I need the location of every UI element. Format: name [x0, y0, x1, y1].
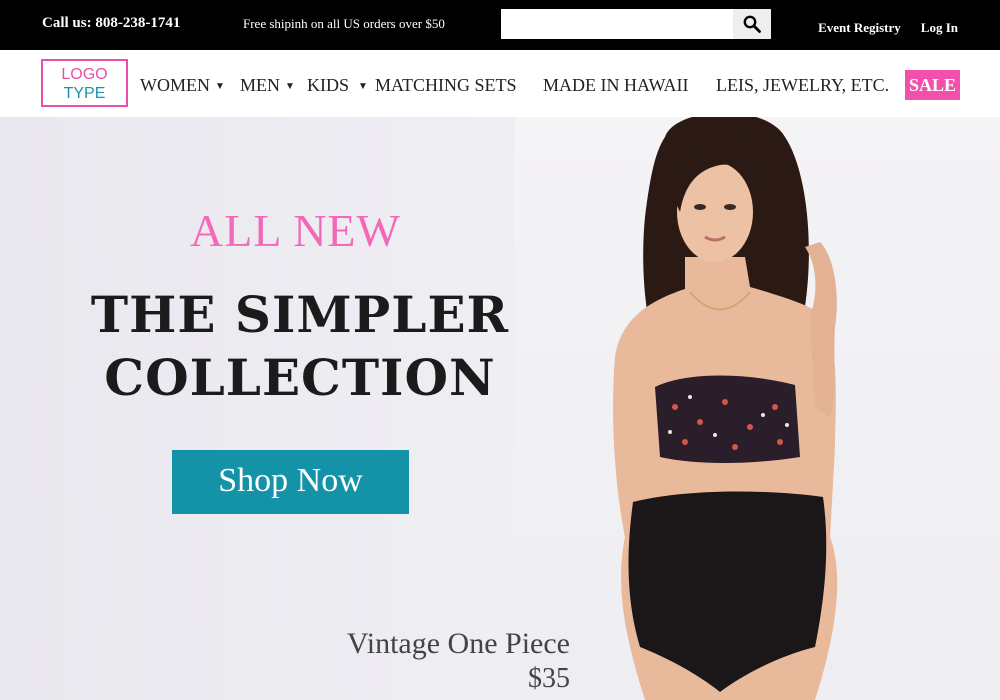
shipping-promo: Free shipinh on all US orders over $50: [243, 16, 445, 31]
top-bar: Call us: 808-238-1741 Free shipinh on al…: [0, 0, 1000, 50]
shop-now-button[interactable]: Shop Now: [172, 450, 409, 514]
search-icon: [743, 15, 761, 33]
eye-right: [724, 204, 736, 210]
logo-line-1: LOGO: [61, 66, 108, 83]
search-box: [501, 9, 771, 39]
nav-item-label: LEIS, JEWELRY, ETC.: [716, 75, 890, 95]
nav-item-label: MADE IN HAWAII: [543, 75, 689, 95]
logo-line-2: TYPE: [63, 85, 106, 102]
bikini-top: [655, 375, 800, 463]
search-input[interactable]: [501, 9, 733, 39]
caret-down-icon: ▼: [285, 81, 295, 92]
account-links: Event Registry Log In: [818, 20, 958, 36]
caret-down-icon: ▼: [215, 81, 225, 92]
search-button[interactable]: [733, 9, 771, 39]
eye-left: [694, 204, 706, 210]
log-in-link[interactable]: Log In: [921, 20, 958, 36]
nav-item-men[interactable]: MEN ▼: [240, 75, 295, 96]
event-registry-link[interactable]: Event Registry: [818, 20, 901, 36]
nav-item-women[interactable]: WOMEN ▼: [140, 75, 225, 96]
hero-kicker: ALL NEW: [190, 205, 401, 256]
nav-item-label: MATCHING SETS: [375, 75, 517, 95]
nav-item-matching-sets[interactable]: MATCHING SETS: [375, 75, 517, 96]
nav-item-made-in-hawaii[interactable]: MADE IN HAWAII: [543, 75, 689, 96]
headline-line-1: THE SIMPLER: [90, 285, 510, 344]
nav-item-leis-jewelry[interactable]: LEIS, JEWELRY, ETC.: [716, 75, 889, 96]
phone-number[interactable]: Call us: 808-238-1741: [42, 15, 180, 32]
model-photo: [613, 117, 838, 700]
caret-down-icon: ▼: [358, 81, 368, 92]
hero-headline: THE SIMPLER COLLECTION: [80, 283, 520, 409]
nav-item-label: WOMEN: [140, 75, 210, 95]
nav-item-label: MEN: [240, 75, 280, 95]
nav-item-kids[interactable]: KIDS ▼: [307, 75, 368, 96]
sale-button[interactable]: SALE: [905, 70, 960, 100]
logo[interactable]: LOGO TYPE: [41, 59, 128, 107]
headline-line-2: COLLECTION: [104, 348, 496, 407]
main-nav: LOGO TYPE WOMEN ▼ MEN ▼ KIDS ▼ MATCHING SET…: [0, 50, 1000, 117]
nav-item-label: KIDS: [307, 75, 350, 95]
